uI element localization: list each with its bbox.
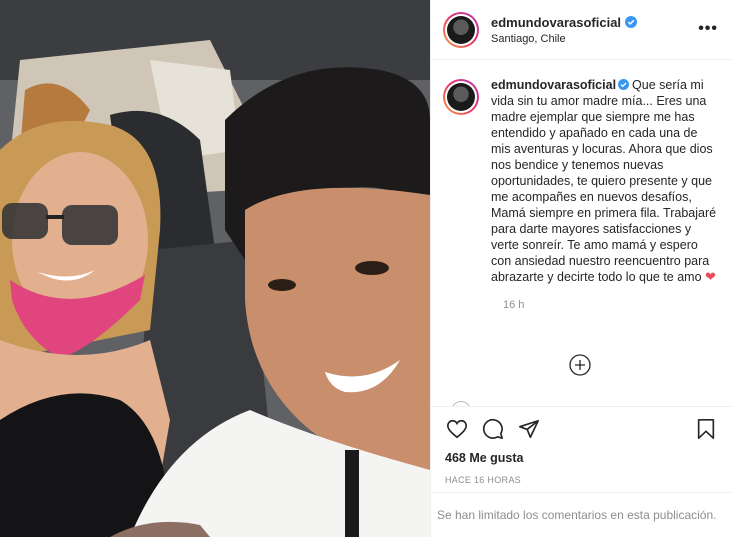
caption-body: edmundovarasoficial Que sería mi vida sin…	[491, 77, 717, 285]
comment-button[interactable]	[481, 417, 505, 441]
plus-circle-icon[interactable]	[568, 353, 592, 377]
comments-section: edmundovarasoficial Que sería mi vida sin…	[431, 61, 732, 406]
comment-bubble-icon	[482, 418, 503, 439]
post-details-panel: edmundovarasoficial Santiago, Chile ••• …	[430, 0, 732, 537]
like-button[interactable]	[445, 417, 469, 441]
avatar[interactable]	[443, 11, 479, 48]
author-username[interactable]: edmundovarasoficial	[491, 15, 621, 30]
action-bar: 468 Me gusta HACE 16 HORAS	[431, 406, 732, 485]
post-photo[interactable]	[0, 0, 430, 537]
caption-username[interactable]: edmundovarasoficial	[491, 78, 616, 92]
more-options-icon[interactable]: •••	[698, 20, 718, 38]
bookmark-icon	[697, 419, 715, 439]
likes-count[interactable]: 468 Me gusta	[445, 451, 718, 465]
post-header: edmundovarasoficial Santiago, Chile •••	[431, 0, 732, 60]
heart-outline-icon	[447, 419, 467, 439]
caption-avatar[interactable]	[443, 79, 479, 115]
verified-badge-icon	[618, 79, 630, 90]
caption-text: Que sería mi vida sin tu amor madre mía.…	[491, 78, 717, 284]
verified-badge-icon	[625, 16, 638, 28]
comments-limited-notice: Se han limitado los comentarios en esta …	[431, 492, 732, 537]
caption-time[interactable]: 16 h	[503, 299, 720, 311]
share-button[interactable]	[517, 417, 541, 441]
post-timestamp[interactable]: HACE 16 HORAS	[445, 475, 718, 485]
selfie-image	[0, 0, 430, 537]
caption: edmundovarasoficial Que sería mi vida sin…	[443, 77, 720, 285]
post-location[interactable]: Santiago, Chile	[491, 33, 637, 45]
save-button[interactable]	[694, 417, 718, 441]
red-heart-emoji: ❤	[705, 269, 716, 284]
paper-plane-icon	[519, 419, 539, 439]
